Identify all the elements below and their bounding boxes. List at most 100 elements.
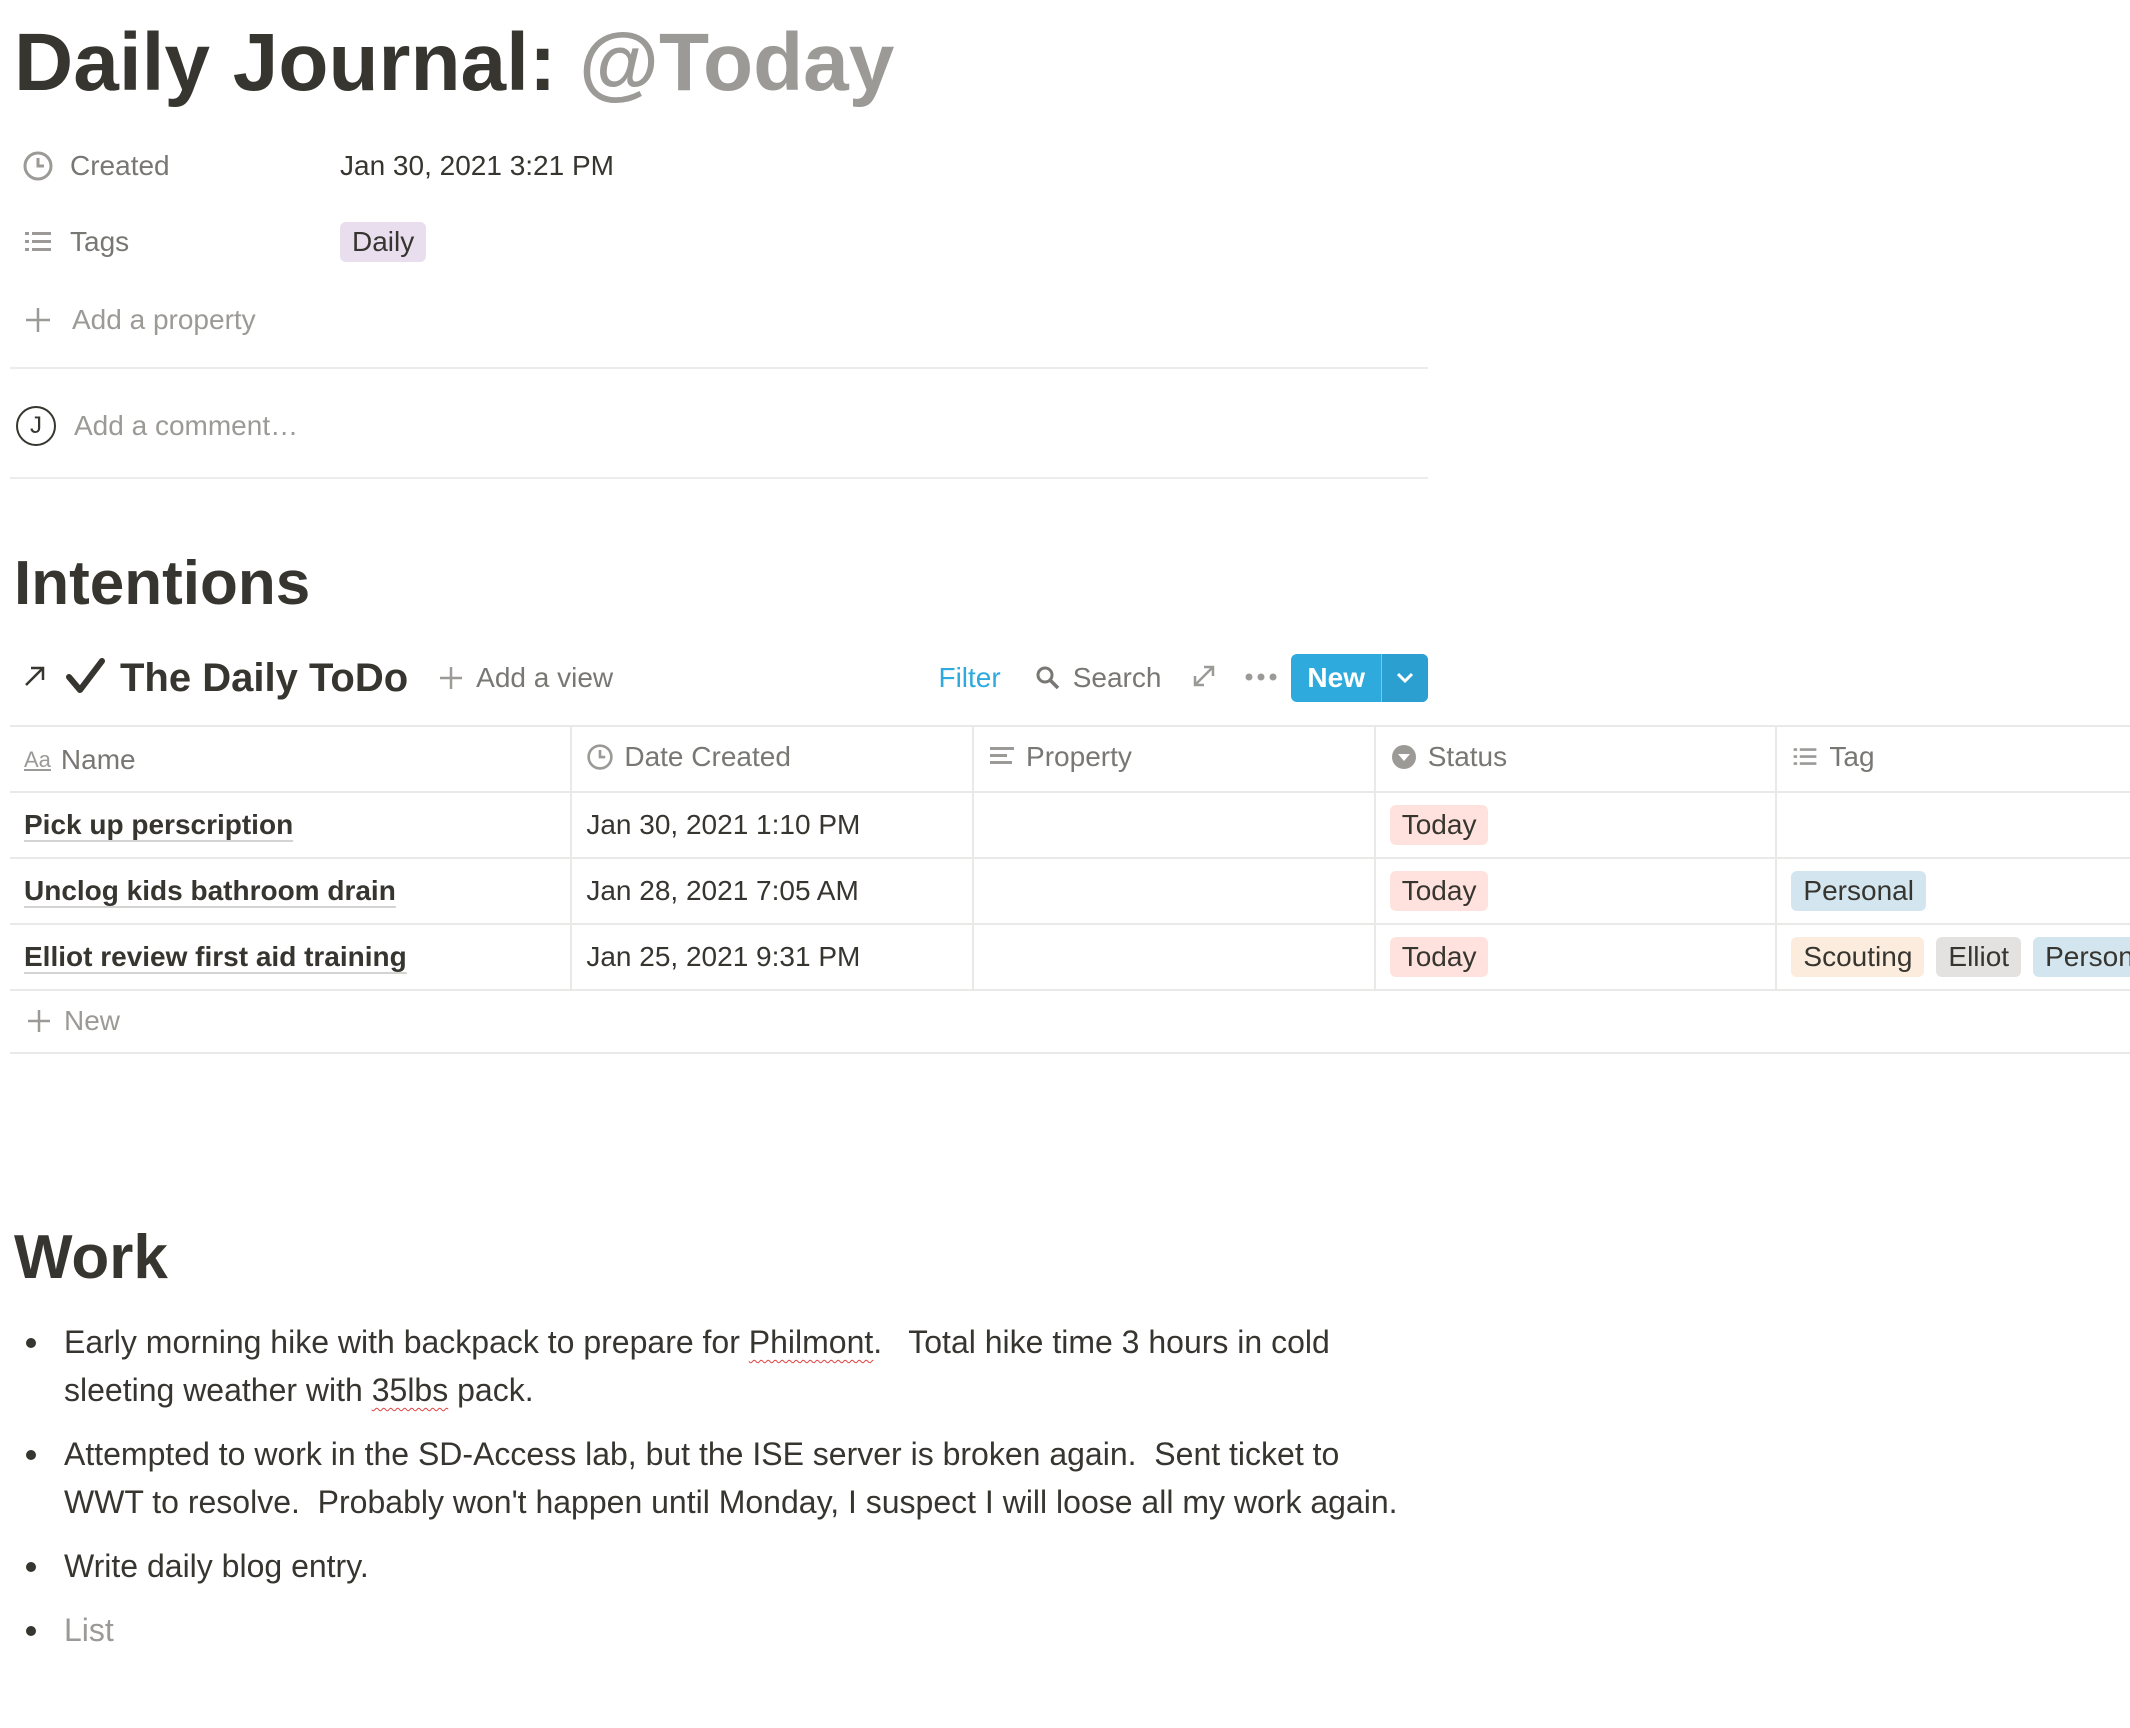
list-placeholder: List bbox=[64, 1612, 114, 1648]
add-property-button[interactable]: Add a property bbox=[20, 290, 1420, 350]
text-run: Early morning hike with backpack to prep… bbox=[64, 1324, 749, 1360]
list-item[interactable]: Write daily blog entry. bbox=[26, 1542, 1406, 1590]
misspelled-word: 35lbs bbox=[371, 1372, 449, 1408]
checkmark-icon bbox=[64, 655, 106, 702]
select-icon bbox=[1391, 744, 1416, 769]
chevron-down-icon[interactable] bbox=[1381, 654, 1428, 702]
list-item-text: Write daily blog entry. bbox=[64, 1548, 369, 1584]
column-label: Date Created bbox=[624, 740, 791, 772]
column-header-tag[interactable]: Tag bbox=[1776, 725, 2130, 792]
cell-tag[interactable]: Personal bbox=[1776, 857, 2130, 924]
bullet-dot bbox=[26, 1562, 36, 1572]
table-row[interactable]: Elliot review first aid training Jan 25,… bbox=[10, 923, 2130, 991]
plus-icon bbox=[20, 302, 56, 338]
cell-status[interactable]: Today bbox=[1374, 923, 1778, 991]
add-property-label: Add a property bbox=[72, 304, 256, 335]
cell-date[interactable]: Jan 25, 2021 9:31 PM bbox=[571, 923, 975, 991]
search-button[interactable]: Search bbox=[1035, 662, 1162, 694]
linked-arrow-icon[interactable] bbox=[20, 661, 50, 696]
filter-button[interactable]: Filter bbox=[938, 662, 1000, 694]
bullet-dot bbox=[26, 1338, 36, 1348]
clock-icon bbox=[587, 743, 614, 770]
column-label: Tag bbox=[1829, 740, 1875, 772]
list-item-text: Attempted to work in the SD-Access lab, … bbox=[64, 1436, 1398, 1520]
expand-icon[interactable] bbox=[1191, 663, 1217, 694]
tag-daily[interactable]: Daily bbox=[340, 222, 427, 262]
database-header: The Daily ToDo Add a view Filter Search … bbox=[20, 646, 1428, 710]
text-aa-icon: Aa bbox=[24, 747, 51, 772]
database-table: Aa Name Date Created Property Status Tag… bbox=[10, 725, 2130, 991]
column-label: Name bbox=[60, 744, 136, 775]
page-title[interactable]: Daily Journal: @Today bbox=[14, 8, 894, 118]
column-header-property[interactable]: Property bbox=[973, 725, 1376, 792]
cell-status[interactable]: Today bbox=[1374, 857, 1778, 924]
plus-icon bbox=[28, 1010, 50, 1032]
add-row-label: New bbox=[64, 1005, 121, 1036]
misspelled-word: Philmont bbox=[748, 1324, 874, 1360]
cell-property[interactable] bbox=[973, 791, 1376, 858]
property-label-tags: Tags bbox=[70, 226, 130, 257]
list-icon bbox=[20, 224, 56, 260]
list-icon bbox=[1794, 747, 1817, 765]
date-mention[interactable]: @Today bbox=[579, 17, 894, 108]
database-toolbar: Filter Search New bbox=[938, 646, 1428, 710]
property-value-created: Jan 30, 2021 3:21 PM bbox=[340, 150, 614, 181]
table-row[interactable]: Unclog kids bathroom drain Jan 28, 2021 … bbox=[10, 857, 2130, 924]
clock-icon bbox=[20, 148, 56, 184]
add-view-label: Add a view bbox=[476, 662, 614, 693]
new-button[interactable]: New bbox=[1291, 654, 1381, 702]
list-item-placeholder[interactable]: List bbox=[26, 1606, 1406, 1654]
property-label-created: Created bbox=[70, 150, 170, 181]
column-header-name[interactable]: Aa Name bbox=[10, 725, 573, 792]
table-row[interactable]: Pick up perscription Jan 30, 2021 1:10 P… bbox=[10, 791, 2130, 858]
search-icon bbox=[1036, 666, 1059, 690]
add-row-button[interactable]: New bbox=[10, 990, 2130, 1054]
comment-placeholder: Add a comment… bbox=[74, 410, 299, 441]
column-label: Status bbox=[1427, 740, 1508, 772]
database-title[interactable]: The Daily ToDo bbox=[120, 656, 408, 701]
cell-status[interactable]: Today bbox=[1374, 791, 1778, 858]
tag-badge: Scouting bbox=[1791, 937, 1925, 977]
heading-intentions[interactable]: Intentions bbox=[14, 544, 310, 624]
cell-name[interactable]: Elliot review first aid training bbox=[10, 923, 573, 991]
list-item[interactable]: Attempted to work in the SD-Access lab, … bbox=[26, 1430, 1406, 1526]
cell-property[interactable] bbox=[973, 857, 1376, 924]
tag-badge: Personal bbox=[1791, 871, 1926, 911]
cell-date[interactable]: Jan 28, 2021 7:05 AM bbox=[571, 857, 975, 924]
list-item-text: Early morning hike with backpack to prep… bbox=[64, 1318, 1406, 1414]
column-header-status[interactable]: Status bbox=[1374, 725, 1778, 792]
list-item[interactable]: Early morning hike with backpack to prep… bbox=[26, 1318, 1406, 1414]
text-lines-icon bbox=[990, 746, 1015, 764]
tag-badge: Personal bbox=[2033, 937, 2130, 977]
new-button-group: New bbox=[1291, 654, 1428, 702]
bulleted-list: Early morning hike with backpack to prep… bbox=[26, 1318, 1406, 1670]
divider bbox=[10, 477, 1428, 479]
status-badge: Today bbox=[1389, 871, 1489, 911]
more-options-icon[interactable] bbox=[1245, 669, 1277, 687]
page-title-text: Daily Journal: bbox=[14, 17, 580, 108]
plus-icon bbox=[440, 667, 463, 689]
status-badge: Today bbox=[1389, 805, 1489, 845]
cell-property[interactable] bbox=[973, 923, 1376, 991]
cell-name[interactable]: Unclog kids bathroom drain bbox=[10, 857, 573, 924]
heading-work[interactable]: Work bbox=[14, 1218, 168, 1298]
add-view-button[interactable]: Add a view bbox=[438, 662, 613, 694]
property-created[interactable]: Created Jan 30, 2021 3:21 PM bbox=[20, 136, 1420, 196]
table-header-row: Aa Name Date Created Property Status Tag bbox=[10, 725, 2130, 792]
divider bbox=[10, 367, 1428, 369]
cell-name[interactable]: Pick up perscription bbox=[10, 791, 573, 858]
avatar: J bbox=[16, 406, 56, 446]
cell-date[interactable]: Jan 30, 2021 1:10 PM bbox=[571, 791, 975, 858]
search-label: Search bbox=[1072, 662, 1162, 693]
cell-tag[interactable]: Scouting Elliot Personal bbox=[1776, 923, 2130, 991]
cell-tag[interactable] bbox=[1776, 791, 2130, 858]
comment-input[interactable]: J Add a comment… bbox=[16, 400, 298, 452]
bullet-dot bbox=[26, 1626, 36, 1636]
bullet-dot bbox=[26, 1450, 36, 1460]
property-tags[interactable]: Tags Daily bbox=[20, 212, 1420, 272]
column-header-date-created[interactable]: Date Created bbox=[571, 725, 975, 792]
text-run: pack. bbox=[448, 1372, 534, 1408]
tag-badge: Elliot bbox=[1936, 937, 2022, 977]
status-badge: Today bbox=[1389, 937, 1489, 977]
column-label: Property bbox=[1026, 740, 1132, 772]
